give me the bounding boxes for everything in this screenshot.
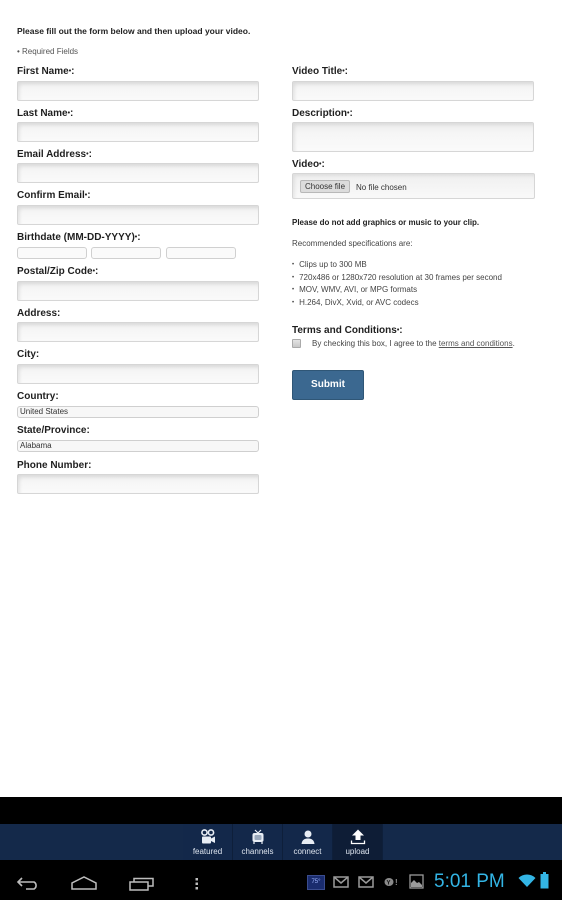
overflow-menu-icon xyxy=(195,878,198,890)
choose-file-button[interactable]: Choose file xyxy=(300,180,351,193)
video-label: Video•: xyxy=(292,159,325,170)
birth-month-input[interactable] xyxy=(17,247,87,259)
email-input[interactable] xyxy=(17,163,259,183)
phone-input[interactable] xyxy=(17,474,259,494)
upload-form-page: Please fill out the form below and then … xyxy=(0,0,562,797)
video-title-input[interactable] xyxy=(292,81,534,101)
no-graphics-notice: Please do not add graphics or music to y… xyxy=(292,218,480,227)
app-tabs: featured channels connect upload xyxy=(183,824,383,860)
person-icon xyxy=(301,830,314,844)
tv-icon xyxy=(252,829,263,844)
description-textarea[interactable] xyxy=(292,122,534,152)
gallery-icon[interactable] xyxy=(409,874,424,889)
recent-apps-button[interactable] xyxy=(129,877,155,891)
spec-item: 720x486 or 1280x720 resolution at 30 fra… xyxy=(292,273,502,286)
yahoo-messenger-icon[interactable]: Y ! xyxy=(384,877,400,887)
recent-apps-icon xyxy=(129,877,154,891)
svg-text:Y: Y xyxy=(387,881,391,887)
terms-link[interactable]: terms and conditions xyxy=(439,339,513,348)
confirm-email-label: Confirm Email•: xyxy=(17,190,91,201)
city-label: City: xyxy=(17,349,40,360)
last-name-label: Last Name•: xyxy=(17,108,74,119)
app-tab-bar: featured channels connect upload xyxy=(0,824,562,860)
last-name-input[interactable] xyxy=(17,122,259,142)
tab-featured[interactable]: featured xyxy=(183,824,233,860)
confirm-email-input[interactable] xyxy=(17,205,259,225)
email-label: Email Address•: xyxy=(17,149,92,160)
battery-icon xyxy=(540,872,549,889)
video-title-label: Video Title•: xyxy=(292,66,348,77)
address-label: Address: xyxy=(17,308,61,319)
terms-checkbox[interactable] xyxy=(292,339,301,348)
state-select[interactable]: Alabama xyxy=(17,440,259,452)
back-button[interactable] xyxy=(16,876,40,890)
tab-upload[interactable]: upload xyxy=(333,824,383,860)
first-name-input[interactable] xyxy=(17,81,259,101)
birth-year-input[interactable] xyxy=(166,247,236,259)
file-status-text: No file chosen xyxy=(356,183,407,192)
postal-code-label: Postal/Zip Code•: xyxy=(17,266,99,277)
spec-item: H.264, DivX, Xvid, or AVC codecs xyxy=(292,298,502,311)
gmail-icon[interactable] xyxy=(333,876,349,888)
country-label: Country: xyxy=(17,391,59,402)
submit-button[interactable]: Submit xyxy=(292,370,364,400)
intro-text: Please fill out the form below and then … xyxy=(17,26,251,36)
gmail-icon[interactable] xyxy=(358,876,374,888)
required-fields-note: • Required Fields xyxy=(17,47,79,56)
terms-text: By checking this box, I agree to the ter… xyxy=(312,339,515,348)
home-icon xyxy=(71,876,97,890)
video-file-input[interactable]: Choose file No file chosen xyxy=(292,173,535,199)
weather-icon[interactable]: 75° xyxy=(307,875,325,890)
specs-heading: Recommended specifications are: xyxy=(292,239,413,248)
upload-icon xyxy=(350,829,365,845)
specs-list: Clips up to 300 MB 720x486 or 1280x720 r… xyxy=(292,260,502,311)
spec-item: Clips up to 300 MB xyxy=(292,260,502,273)
address-input[interactable] xyxy=(17,322,259,342)
app-gap-bar xyxy=(0,797,562,824)
spec-item: MOV, WMV, AVI, or MPG formats xyxy=(292,285,502,298)
back-icon xyxy=(16,877,37,890)
menu-button[interactable] xyxy=(195,877,199,891)
tab-channels[interactable]: channels xyxy=(233,824,283,860)
home-button[interactable] xyxy=(71,876,97,890)
country-select[interactable]: United States xyxy=(17,406,259,418)
wifi-icon xyxy=(518,874,536,887)
first-name-label: First Name•: xyxy=(17,66,75,77)
system-navigation-bar: 75° Y ! 5:01 PM xyxy=(0,860,562,900)
svg-text:!: ! xyxy=(395,878,398,887)
state-label: State/Province: xyxy=(17,425,90,436)
terms-label: Terms and Conditions•: xyxy=(292,325,403,336)
film-camera-icon xyxy=(200,829,215,844)
tab-connect[interactable]: connect xyxy=(283,824,333,860)
birthdate-label: Birthdate (MM-DD-YYYY)•: xyxy=(17,232,141,243)
city-input[interactable] xyxy=(17,364,259,384)
birth-day-input[interactable] xyxy=(91,247,161,259)
postal-code-input[interactable] xyxy=(17,281,259,301)
description-label: Description•: xyxy=(292,108,353,119)
clock: 5:01 PM xyxy=(434,871,505,892)
phone-label: Phone Number: xyxy=(17,460,92,471)
